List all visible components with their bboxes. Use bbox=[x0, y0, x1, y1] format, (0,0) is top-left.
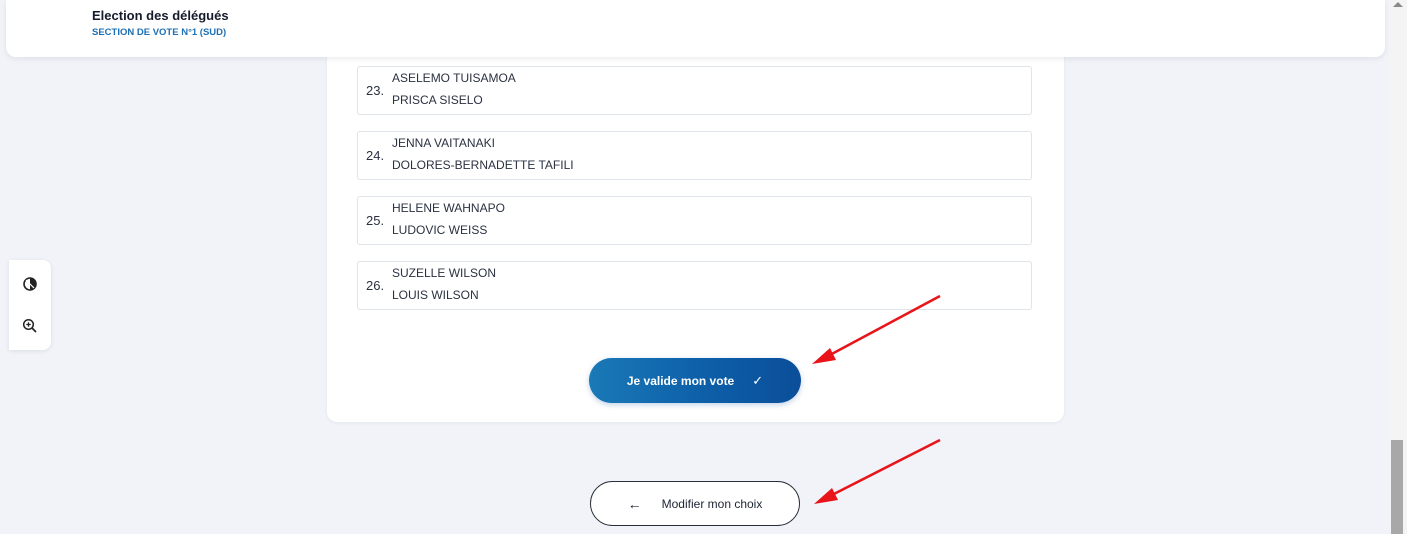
candidate-item-23: 23. ASELEMO TUISAMOA PRISCA SISELO bbox=[357, 66, 1032, 115]
annotation-arrow-modify bbox=[814, 438, 941, 504]
scroll-up-icon[interactable] bbox=[1393, 2, 1403, 7]
candidate-number: 26. bbox=[366, 278, 385, 293]
candidate-name-primary: HELENE WAHNAPO bbox=[392, 201, 505, 215]
candidate-number: 23. bbox=[366, 83, 385, 98]
candidate-name-secondary: PRISCA SISELO bbox=[392, 93, 483, 107]
page-scrollbar[interactable] bbox=[1389, 0, 1407, 534]
candidate-name-primary: SUZELLE WILSON bbox=[392, 266, 497, 280]
candidate-list-card: 23. ASELEMO TUISAMOA PRISCA SISELO 24. J… bbox=[327, 40, 1064, 422]
candidate-item-24: 24. JENNA VAITANAKI DOLORES-BERNADETTE T… bbox=[357, 131, 1032, 180]
candidate-name-primary: JENNA VAITANAKI bbox=[392, 136, 495, 150]
candidate-name-secondary: LUDOVIC WEISS bbox=[392, 223, 488, 237]
zoom-in-button[interactable] bbox=[9, 306, 51, 346]
arrow-left-icon: ← bbox=[627, 495, 642, 512]
modify-choice-button[interactable]: ← Modifier mon choix bbox=[590, 481, 800, 526]
voting-section-subtitle: SECTION DE VOTE N°1 (SUD) bbox=[92, 27, 227, 38]
page-header: Election des délégués SECTION DE VOTE N°… bbox=[6, 0, 1385, 57]
candidate-item-26: 26. SUZELLE WILSON LOUIS WILSON bbox=[357, 261, 1032, 310]
candidate-name-secondary: DOLORES-BERNADETTE TAFILI bbox=[392, 158, 574, 172]
candidate-number: 25. bbox=[366, 213, 385, 228]
modify-choice-label: Modifier mon choix bbox=[661, 496, 763, 511]
zoom-in-icon bbox=[22, 318, 37, 333]
candidate-name-secondary: LOUIS WILSON bbox=[392, 288, 479, 302]
scrollbar-thumb[interactable] bbox=[1391, 440, 1403, 534]
accessibility-toolbar bbox=[9, 260, 51, 350]
contrast-toggle-button[interactable] bbox=[9, 264, 51, 304]
candidate-number: 24. bbox=[366, 148, 385, 163]
candidate-name-primary: ASELEMO TUISAMOA bbox=[392, 71, 516, 85]
election-title: Election des délégués bbox=[92, 8, 229, 23]
check-icon: ✓ bbox=[752, 372, 764, 388]
validate-vote-label: Je valide mon vote bbox=[626, 373, 735, 388]
candidate-item-25: 25. HELENE WAHNAPO LUDOVIC WEISS bbox=[357, 196, 1032, 245]
validate-vote-button[interactable]: Je valide mon vote ✓ bbox=[589, 358, 801, 403]
contrast-icon bbox=[23, 277, 37, 291]
